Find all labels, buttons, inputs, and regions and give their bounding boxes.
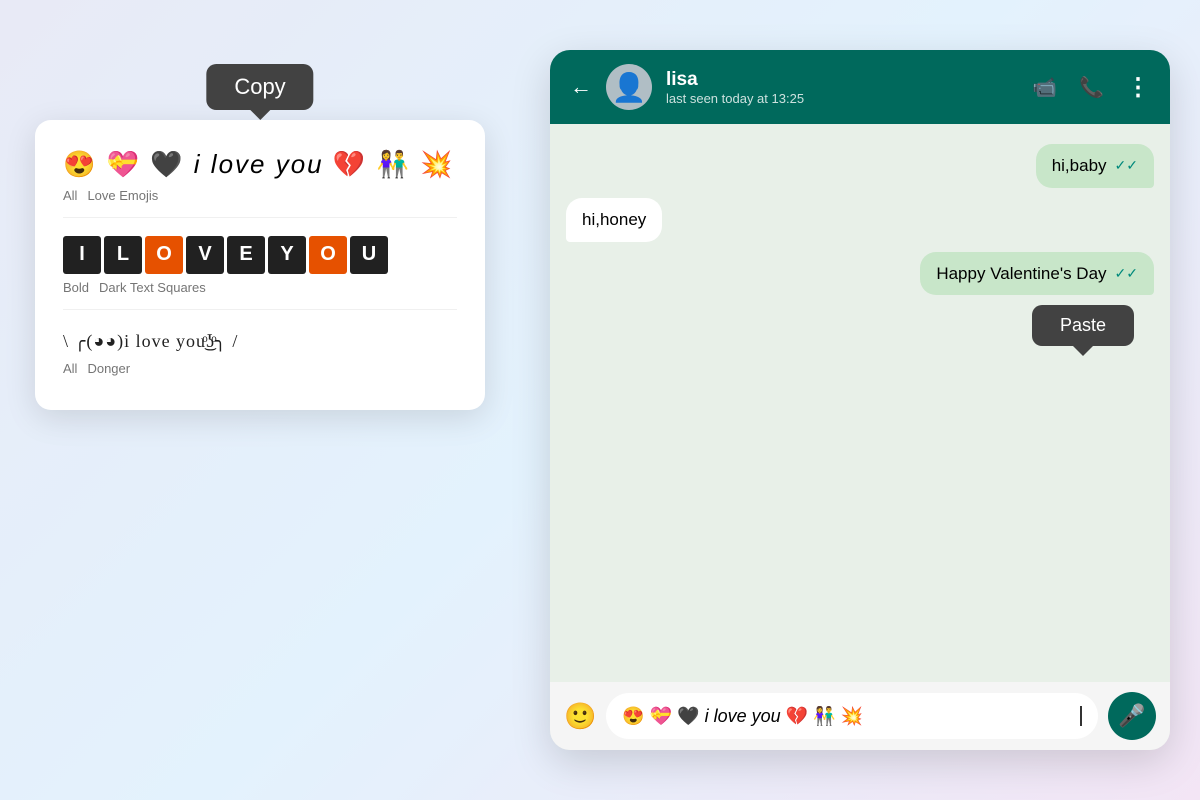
header-icons: 📹 📞 ⋮	[1032, 73, 1150, 102]
tag-all: All	[63, 188, 77, 203]
input-text: 😍 💝 🖤 i love you 💔 👫 💥	[622, 706, 1079, 727]
donger-preview: \ ╭(◕◕)i love youͦ͜ʖͦ╮ /	[63, 328, 457, 355]
message-2: hi,honey	[566, 198, 662, 242]
copy-tooltip[interactable]: Copy	[206, 64, 313, 110]
contact-info: lisa last seen today at 13:25	[666, 69, 1018, 106]
paste-tooltip-label: Paste	[1060, 315, 1106, 335]
message-1-ticks: ✓✓	[1115, 156, 1138, 176]
squares-meta: Bold Dark Text Squares	[63, 280, 457, 295]
sq-U: U	[350, 236, 388, 274]
sq-E: E	[227, 236, 265, 274]
copy-tooltip-label: Copy	[234, 74, 285, 99]
avatar: 👤	[606, 64, 652, 110]
copy-card: Copy 😍 💝 🖤 i love you 💔 👫 💥 All Love Emo…	[35, 120, 485, 410]
message-3-ticks: ✓✓	[1115, 264, 1138, 284]
chat-header: ← 👤 lisa last seen today at 13:25 📹 📞 ⋮	[550, 50, 1170, 124]
message-3: Happy Valentine's Day ✓✓	[920, 252, 1154, 296]
font-row-emoji[interactable]: 😍 💝 🖤 i love you 💔 👫 💥 All Love Emojis	[63, 148, 457, 218]
font-row-squares[interactable]: I L O V E Y O U Bold Dark Text Squares	[63, 236, 457, 310]
tag-all-donger: All	[63, 361, 77, 376]
back-button[interactable]: ←	[570, 74, 592, 100]
sq-V: V	[186, 236, 224, 274]
font-row-donger[interactable]: \ ╭(◕◕)i love youͦ͜ʖͦ╮ / All Donger	[63, 328, 457, 390]
phone-icon[interactable]: 📞	[1079, 75, 1104, 100]
chat-input-area: 🙂 😍 💝 🖤 i love you 💔 👫 💥 🎤	[550, 682, 1170, 750]
donger-meta: All Donger	[63, 361, 457, 376]
message-3-text: Happy Valentine's Day	[936, 262, 1106, 286]
emoji-button[interactable]: 🙂	[564, 701, 596, 732]
tag-bold: Bold	[63, 280, 89, 295]
sq-O: O	[145, 236, 183, 274]
tag-love-emojis: Love Emojis	[87, 188, 158, 203]
message-1: hi,baby ✓✓	[1036, 144, 1154, 188]
sq-L: L	[104, 236, 142, 274]
message-1-text: hi,baby	[1052, 154, 1107, 178]
sq-O2: O	[309, 236, 347, 274]
sq-I: I	[63, 236, 101, 274]
input-cursor	[1080, 706, 1082, 726]
sq-Y: Y	[268, 236, 306, 274]
video-call-icon[interactable]: 📹	[1032, 75, 1057, 100]
emoji-meta: All Love Emojis	[63, 188, 457, 203]
avatar-icon: 👤	[612, 71, 647, 104]
mic-button[interactable]: 🎤	[1108, 692, 1156, 740]
emoji-preview: 😍 💝 🖤 i love you 💔 👫 💥	[63, 148, 457, 182]
chat-messages: hi,baby ✓✓ hi,honey Happy Valentine's Da…	[550, 124, 1170, 682]
paste-tooltip[interactable]: Paste	[1032, 305, 1134, 346]
chat-panel: ← 👤 lisa last seen today at 13:25 📹 📞 ⋮ …	[550, 50, 1170, 750]
tag-donger: Donger	[87, 361, 130, 376]
contact-name: lisa	[666, 69, 1018, 91]
paste-tooltip-wrapper: Paste	[1032, 305, 1134, 346]
mic-icon: 🎤	[1118, 703, 1145, 729]
tag-dark-text: Dark Text Squares	[99, 280, 206, 295]
message-input-box[interactable]: 😍 💝 🖤 i love you 💔 👫 💥	[606, 693, 1098, 739]
message-2-text: hi,honey	[582, 210, 646, 229]
more-options-icon[interactable]: ⋮	[1126, 73, 1150, 102]
dark-squares-preview: I L O V E Y O U	[63, 236, 457, 274]
contact-status: last seen today at 13:25	[666, 91, 1018, 106]
